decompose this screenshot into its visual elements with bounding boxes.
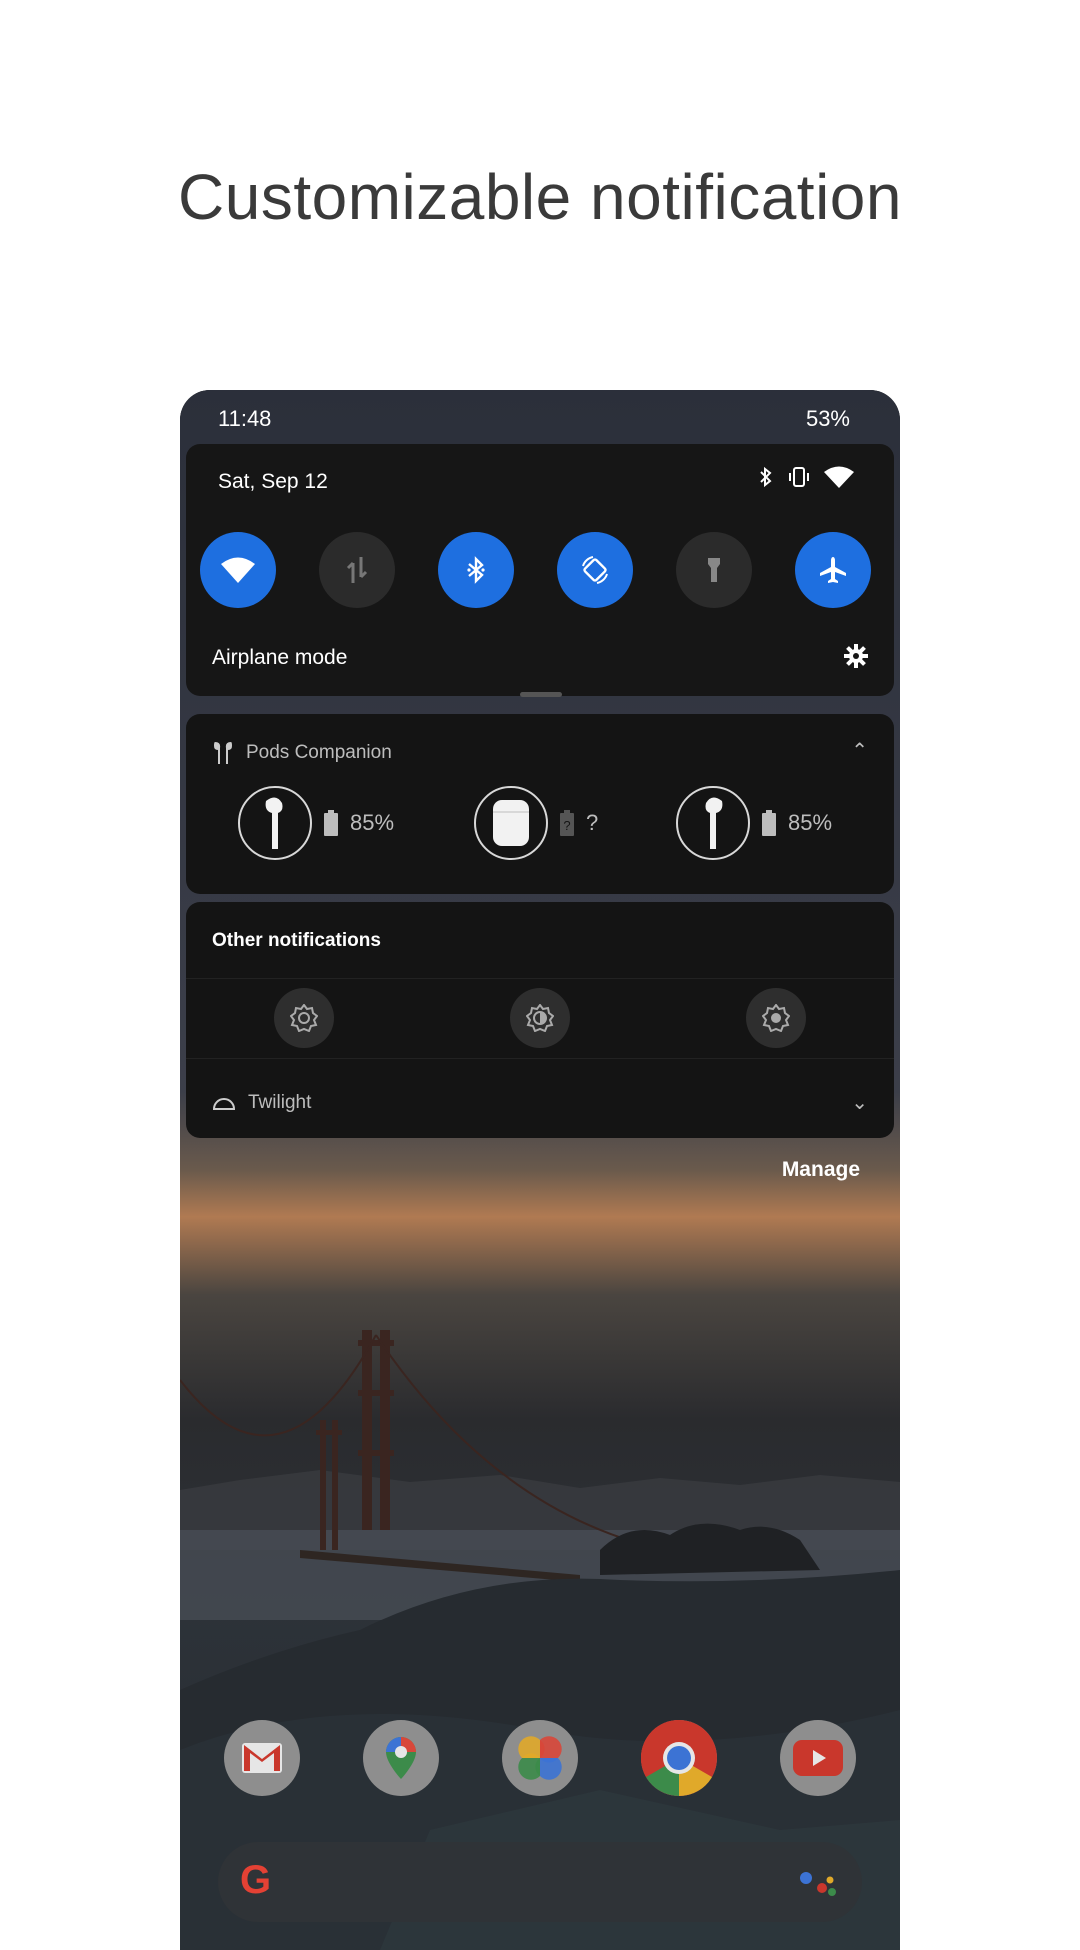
gmail-icon[interactable]: [224, 1720, 300, 1796]
brightness-low-button[interactable]: [274, 988, 334, 1048]
divider: [186, 1058, 894, 1059]
right-battery-icon: [762, 810, 776, 836]
vibrate-icon: [789, 467, 809, 487]
tile-airplane-mode[interactable]: [795, 532, 871, 608]
status-battery: 53%: [805, 406, 850, 431]
gear-icon: [844, 644, 868, 668]
quick-settings-panel: Sat, Sep 12 Airplane mode: [186, 444, 894, 697]
divider: [186, 978, 894, 979]
drag-handle[interactable]: [520, 692, 562, 697]
airplane-icon: [820, 557, 846, 583]
left-battery-icon: [324, 810, 338, 836]
right-pod-level: 85%: [788, 810, 833, 835]
pods-header: Pods Companion: [212, 740, 392, 766]
brightness-medium-icon: [526, 1004, 554, 1032]
twilight-icon: [212, 1098, 236, 1110]
phone-screen: 11:48 53% Sat, Sep 12 Airplane mode Pods…: [180, 390, 900, 1950]
chrome-logo: [641, 1720, 717, 1796]
maps-logo: [386, 1737, 416, 1779]
app-dock: [180, 1720, 900, 1800]
collapse-chevron-icon[interactable]: ⌃: [851, 738, 868, 763]
other-notifications-card: Other notifications Twilight ⌄: [186, 902, 894, 1138]
maps-icon[interactable]: [363, 1720, 439, 1796]
tile-bluetooth[interactable]: [438, 532, 514, 608]
pods-app-name: Pods Companion: [246, 742, 392, 763]
tile-flashlight[interactable]: [676, 532, 752, 608]
tile-auto-rotate[interactable]: [557, 532, 633, 608]
other-notifications-title: Other notifications: [212, 930, 381, 951]
manage-button[interactable]: Manage: [782, 1158, 860, 1182]
brightness-auto-button[interactable]: [510, 988, 570, 1048]
settings-button[interactable]: [844, 644, 868, 673]
left-pod-level: 85%: [350, 810, 395, 835]
case-level: ?: [586, 810, 599, 835]
status-time: 11:48: [218, 406, 272, 431]
case: ? ?: [474, 786, 598, 860]
qs-date: Sat, Sep 12: [218, 470, 328, 493]
pods-notification[interactable]: Pods Companion ⌃ 85% ? ? 85%: [186, 714, 894, 894]
right-earbud-icon: [705, 797, 723, 849]
left-pod: 85%: [238, 786, 394, 860]
youtube-icon[interactable]: [780, 1720, 856, 1796]
right-pod-image: [676, 786, 750, 860]
google-g-icon: G: [240, 1858, 272, 1902]
flashlight-icon: [708, 558, 720, 582]
assistant-icon[interactable]: [798, 1868, 838, 1898]
brightness-low-icon: [290, 1004, 318, 1032]
youtube-logo: [793, 1740, 843, 1776]
gmail-logo: [242, 1743, 282, 1773]
auto-rotate-icon: [582, 556, 608, 584]
twilight-row[interactable]: Twilight: [212, 1092, 311, 1114]
wifi-icon: [221, 557, 255, 583]
qs-tile-label: Airplane mode: [212, 646, 348, 669]
case-battery-unknown-icon: ?: [560, 810, 574, 836]
photos-logo: [518, 1736, 562, 1780]
airpods-icon: [214, 742, 232, 764]
bridge-landscape: [180, 1330, 900, 1950]
tile-wifi[interactable]: [200, 532, 276, 608]
wifi-status-icon: [824, 466, 854, 488]
chrome-icon[interactable]: [641, 1720, 717, 1796]
status-bar: 11:48 53%: [180, 390, 900, 444]
svg-text:?: ?: [563, 818, 570, 833]
twilight-label: Twilight: [248, 1092, 312, 1113]
bluetooth-status-icon: [760, 466, 772, 488]
qs-status-icons: [758, 466, 854, 488]
case-image: [474, 786, 548, 860]
headline: Customizable notification: [178, 161, 902, 233]
google-search-bar[interactable]: G: [218, 1842, 862, 1922]
expand-chevron-icon[interactable]: ⌄: [851, 1090, 868, 1115]
charging-case-icon: [493, 800, 529, 846]
tile-mobile-data[interactable]: [319, 532, 395, 608]
left-pod-image: [238, 786, 312, 860]
brightness-high-icon: [762, 1004, 790, 1032]
photos-icon[interactable]: [502, 1720, 578, 1796]
brightness-high-button[interactable]: [746, 988, 806, 1048]
mobile-data-icon: [346, 557, 368, 583]
bluetooth-icon: [467, 556, 485, 584]
left-earbud-icon: [265, 797, 283, 849]
right-pod: 85%: [676, 786, 832, 860]
